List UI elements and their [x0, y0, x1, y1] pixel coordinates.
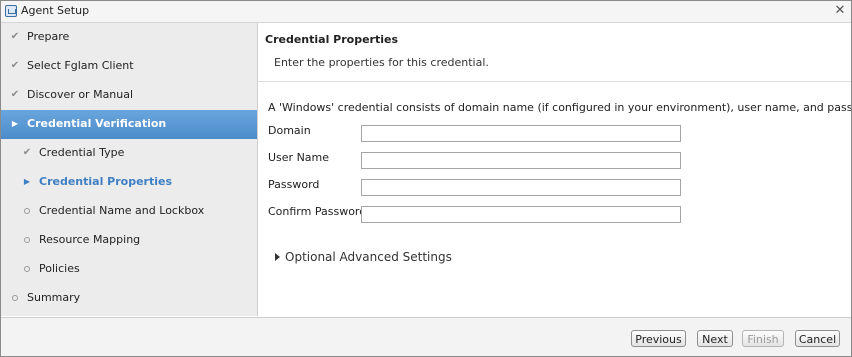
step-label: Prepare [27, 30, 70, 43]
close-icon[interactable]: ✕ [833, 3, 847, 19]
step-label: Select Fglam Client [27, 59, 134, 72]
cancel-button[interactable]: Cancel [795, 330, 840, 347]
panel-header: Credential Properties Enter the properti… [258, 23, 851, 82]
arrow-right-icon: ▶ [11, 119, 19, 128]
domain-field[interactable] [361, 125, 681, 142]
check-icon: ✔ [10, 89, 20, 100]
step-label: Credential Properties [39, 175, 173, 188]
circle-icon [22, 234, 32, 246]
step-label: Resource Mapping [39, 233, 141, 246]
check-icon: ✔ [10, 31, 20, 42]
step-label: Policies [39, 262, 80, 275]
user-name-field[interactable] [361, 152, 681, 169]
advanced-settings-label: Optional Advanced Settings [285, 250, 452, 264]
confirm-password-field[interactable] [361, 206, 681, 223]
step-prepare[interactable]: ✔ Prepare [1, 23, 257, 52]
step-credential-properties[interactable]: ▶ Credential Properties [1, 168, 257, 197]
step-credential-type[interactable]: ✔ Credential Type [1, 139, 257, 168]
window-title: Agent Setup [21, 4, 90, 17]
circle-icon [22, 205, 32, 217]
confirm-password-label: Confirm Password [268, 205, 367, 218]
step-summary[interactable]: Summary [1, 284, 257, 313]
step-label: Credential Name and Lockbox [39, 204, 205, 217]
optional-advanced-settings-toggle[interactable]: Optional Advanced Settings [275, 250, 452, 264]
password-field[interactable] [361, 179, 681, 196]
step-credential-name-and-lockbox[interactable]: Credential Name and Lockbox [1, 197, 257, 226]
step-label: Summary [27, 291, 81, 304]
credential-info-text: A 'Windows' credential consists of domai… [268, 101, 852, 114]
step-select-fglam-client[interactable]: ✔ Select Fglam Client [1, 52, 257, 81]
credential-properties-panel: Credential Properties Enter the properti… [258, 23, 851, 316]
app-icon [5, 5, 17, 17]
step-resource-mapping[interactable]: Resource Mapping [1, 226, 257, 255]
agent-setup-window: Agent Setup ✕ ✔ Prepare ✔ Select Fglam C… [0, 0, 852, 357]
wizard-steps-sidebar: ✔ Prepare ✔ Select Fglam Client ✔ Discov… [1, 23, 258, 316]
step-label: Discover or Manual [27, 88, 134, 101]
expand-arrow-icon [275, 252, 280, 261]
circle-icon [10, 292, 20, 304]
check-icon: ✔ [22, 147, 32, 158]
circle-icon [22, 263, 32, 275]
next-button[interactable]: Next [697, 330, 733, 347]
wizard-footer: Previous Next Finish Cancel [1, 317, 851, 356]
step-credential-verification[interactable]: ▶ Credential Verification [1, 110, 257, 139]
title-bar: Agent Setup ✕ [1, 1, 851, 23]
step-label: Credential Type [39, 146, 125, 159]
finish-button[interactable]: Finish [742, 330, 784, 347]
step-label: Credential Verification [27, 117, 167, 130]
arrow-right-icon: ▶ [23, 177, 31, 186]
user-name-label: User Name [268, 151, 330, 164]
step-discover-or-manual[interactable]: ✔ Discover or Manual [1, 81, 257, 110]
domain-label: Domain [268, 124, 311, 137]
password-label: Password [268, 178, 320, 191]
page-description: Enter the properties for this credential… [274, 56, 489, 69]
previous-button[interactable]: Previous [631, 330, 686, 347]
step-policies[interactable]: Policies [1, 255, 257, 284]
check-icon: ✔ [10, 60, 20, 71]
page-title: Credential Properties [265, 33, 399, 46]
